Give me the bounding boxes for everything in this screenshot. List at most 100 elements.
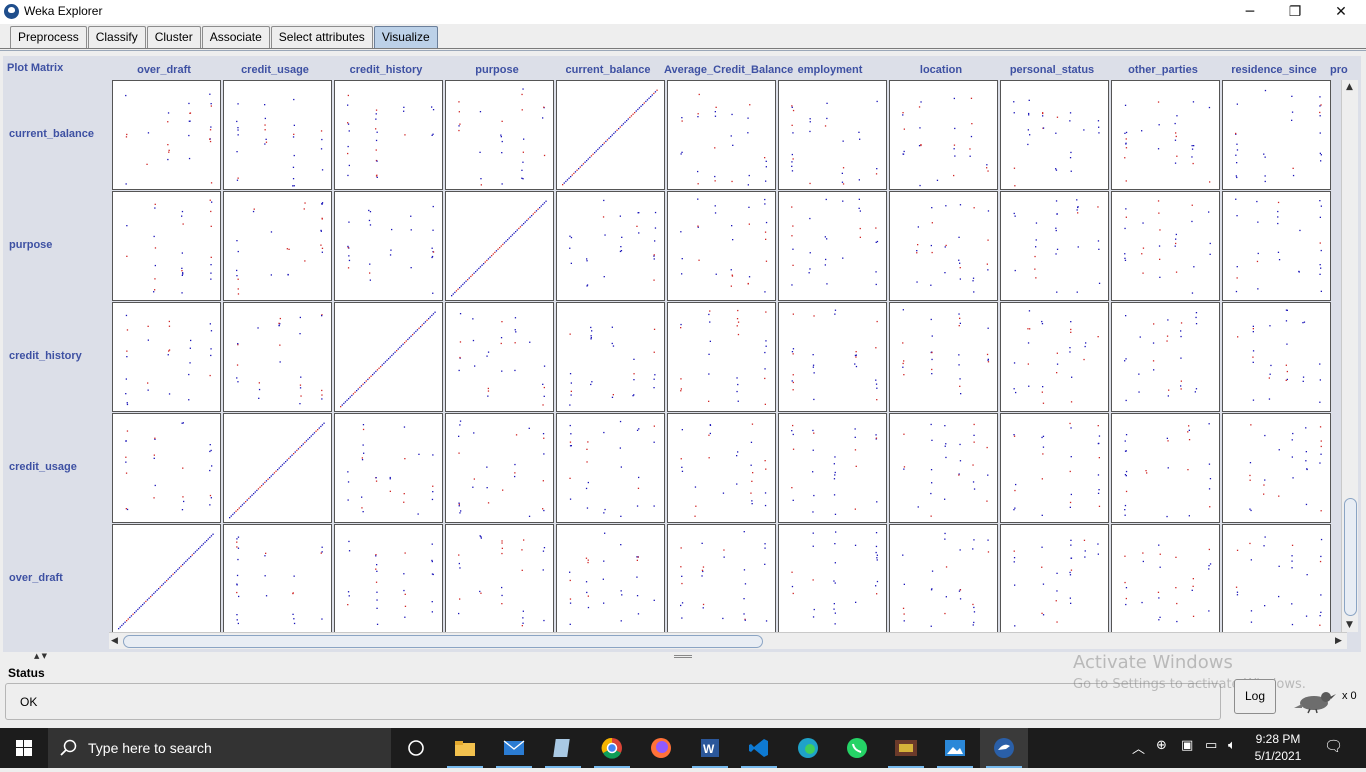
tab-classify[interactable]: Classify: [87, 26, 146, 48]
vertical-scrollbar[interactable]: ▲ ▼: [1341, 80, 1358, 632]
scatter-cell[interactable]: [1000, 302, 1109, 412]
scatter-cell[interactable]: [778, 191, 887, 301]
scatter-cell[interactable]: [889, 191, 998, 301]
scatter-cell[interactable]: [778, 524, 887, 634]
scatter-cell[interactable]: [667, 80, 776, 190]
scatter-cell[interactable]: [1000, 524, 1109, 634]
scatter-cell[interactable]: [445, 413, 554, 523]
scatter-cell[interactable]: [778, 80, 887, 190]
scatter-cell[interactable]: [445, 80, 554, 190]
scatter-cell[interactable]: [778, 302, 887, 412]
taskbar-task-view-icon[interactable]: [392, 728, 440, 768]
scatter-cell[interactable]: [1222, 413, 1331, 523]
scatter-cell[interactable]: [223, 413, 332, 523]
taskbar-chrome-icon[interactable]: [588, 728, 636, 768]
scatter-cell[interactable]: [112, 80, 221, 190]
scatter-cell[interactable]: [112, 191, 221, 301]
scatter-cell[interactable]: [334, 191, 443, 301]
maximize-button[interactable]: ❐: [1272, 0, 1318, 24]
taskbar-vscode-icon[interactable]: [735, 728, 783, 768]
scatter-cell[interactable]: [334, 524, 443, 634]
taskbar-edge-icon[interactable]: [784, 728, 832, 768]
network-icon[interactable]: ⊕: [1156, 738, 1167, 753]
scatter-cell[interactable]: [223, 80, 332, 190]
scatter-cell[interactable]: [889, 413, 998, 523]
taskbar-file-explorer-icon[interactable]: [441, 728, 489, 768]
scatter-cell[interactable]: [556, 413, 665, 523]
scatter-cell[interactable]: [556, 524, 665, 634]
scatter-cell[interactable]: [445, 302, 554, 412]
scatter-cell[interactable]: [1111, 413, 1220, 523]
scatter-cell[interactable]: [556, 302, 665, 412]
scroll-left-icon[interactable]: ◀: [111, 636, 118, 646]
scatter-cell[interactable]: [112, 302, 221, 412]
horizontal-scrollbar[interactable]: ◀ ▶: [109, 632, 1347, 649]
scatter-cell[interactable]: [667, 524, 776, 634]
taskbar-photos-icon[interactable]: [931, 728, 979, 768]
scatter-cell[interactable]: [1111, 191, 1220, 301]
scatter-cell[interactable]: [667, 413, 776, 523]
close-button[interactable]: ✕: [1318, 0, 1364, 24]
horizontal-scroll-thumb[interactable]: [123, 635, 763, 648]
taskbar-clock[interactable]: 9:28 PM 5/1/2021: [1250, 731, 1306, 765]
battery-icon[interactable]: ▭: [1205, 738, 1217, 753]
scatter-cell[interactable]: [334, 413, 443, 523]
taskbar-notepad-icon[interactable]: [539, 728, 587, 768]
scatter-cell[interactable]: [1222, 524, 1331, 634]
data-point: [833, 478, 836, 480]
tab-preprocess[interactable]: Preprocess: [10, 26, 87, 48]
scatter-cell[interactable]: [778, 413, 887, 523]
vertical-scroll-thumb[interactable]: [1344, 498, 1357, 616]
taskbar-mail-icon[interactable]: [490, 728, 538, 768]
data-point: [278, 325, 280, 327]
scatter-cell[interactable]: [1000, 80, 1109, 190]
scatter-cell[interactable]: [1000, 413, 1109, 523]
tab-cluster[interactable]: Cluster: [146, 26, 201, 48]
scatter-cell[interactable]: [1222, 191, 1331, 301]
scatter-cell[interactable]: [1222, 302, 1331, 412]
meet-now-icon[interactable]: ▣: [1181, 738, 1193, 753]
scroll-up-icon[interactable]: ▲: [1346, 82, 1353, 92]
scatter-cell[interactable]: [223, 524, 332, 634]
expand-up-icon[interactable]: ▲ ▼: [34, 652, 47, 660]
scatter-cell[interactable]: [112, 524, 221, 634]
scatter-cell[interactable]: [1111, 80, 1220, 190]
data-point: [183, 500, 185, 503]
scatter-cell[interactable]: [445, 191, 554, 301]
tab-select-attributes[interactable]: Select attributes: [270, 26, 373, 48]
taskbar-firefox-icon[interactable]: [637, 728, 685, 768]
scatter-cell[interactable]: [556, 191, 665, 301]
taskbar-game-icon[interactable]: [882, 728, 930, 768]
scatter-cell[interactable]: [1111, 524, 1220, 634]
scatter-cell[interactable]: [1000, 191, 1109, 301]
drag-grip-icon[interactable]: [674, 655, 692, 658]
taskbar-weka-icon[interactable]: [980, 728, 1028, 768]
tab-visualize[interactable]: Visualize: [373, 26, 438, 48]
scatter-cell[interactable]: [889, 80, 998, 190]
scatter-cell[interactable]: [667, 302, 776, 412]
scatter-cell[interactable]: [1111, 302, 1220, 412]
notifications-icon[interactable]: 🗨︎: [1324, 737, 1343, 755]
scatter-cell[interactable]: [112, 413, 221, 523]
scatter-cell[interactable]: [334, 80, 443, 190]
minimize-button[interactable]: ─: [1227, 0, 1273, 24]
scatter-cell[interactable]: [334, 302, 443, 412]
volume-icon[interactable]: 🔈︎: [1228, 738, 1236, 753]
scatter-cell[interactable]: [223, 191, 332, 301]
taskbar-search[interactable]: Type here to search: [48, 728, 391, 768]
log-button[interactable]: Log: [1234, 679, 1276, 714]
scroll-right-icon[interactable]: ▶: [1335, 636, 1342, 646]
scatter-cell[interactable]: [667, 191, 776, 301]
taskbar-whatsapp-icon[interactable]: [833, 728, 881, 768]
scatter-cell[interactable]: [223, 302, 332, 412]
scatter-cell[interactable]: [445, 524, 554, 634]
scatter-cell[interactable]: [889, 524, 998, 634]
taskbar-word-icon[interactable]: W: [686, 728, 734, 768]
scatter-cell[interactable]: [556, 80, 665, 190]
scroll-down-icon[interactable]: ▼: [1346, 620, 1353, 630]
start-button[interactable]: [0, 728, 48, 768]
scatter-cell[interactable]: [889, 302, 998, 412]
scatter-cell[interactable]: [1222, 80, 1331, 190]
tab-associate[interactable]: Associate: [201, 26, 270, 48]
show-hidden-icons-icon[interactable]: ︿: [1132, 738, 1145, 757]
